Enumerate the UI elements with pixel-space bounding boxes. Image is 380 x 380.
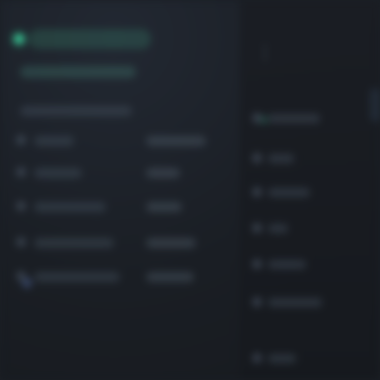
table-row[interactable] [0, 132, 240, 150]
sidebar-icon [252, 113, 262, 123]
row-value [146, 136, 206, 146]
sidebar-item[interactable] [252, 110, 332, 126]
blurred-screen [0, 0, 380, 380]
row-label [34, 202, 106, 212]
window-title [30, 30, 150, 48]
sidebar-label [268, 154, 294, 163]
table-row[interactable] [0, 198, 240, 216]
sidebar-label [268, 114, 320, 123]
divider [264, 44, 266, 62]
sidebar-label [268, 298, 322, 307]
row-label [34, 168, 82, 178]
table-row[interactable] [0, 268, 240, 286]
sidebar-item[interactable] [252, 256, 332, 272]
table-row[interactable] [0, 164, 240, 182]
row-value [146, 168, 180, 178]
row-icon [16, 135, 26, 145]
row-value [146, 202, 182, 212]
sidebar-icon [252, 153, 262, 163]
avatar-icon [22, 278, 32, 288]
sidebar-label [268, 188, 310, 197]
row-value [146, 238, 196, 248]
sidebar-label [268, 224, 288, 233]
sidebar-label [268, 354, 296, 363]
table-row[interactable] [0, 234, 240, 252]
sidebar-icon [252, 259, 262, 269]
row-icon [16, 167, 26, 177]
sidebar-item[interactable] [252, 350, 332, 366]
sidebar-item[interactable] [252, 150, 332, 166]
section-heading [20, 106, 132, 116]
sidebar-icon [252, 187, 262, 197]
status-icon [14, 34, 24, 44]
sidebar-item[interactable] [252, 294, 332, 310]
sidebar-item[interactable] [252, 184, 332, 200]
sidebar-item[interactable] [252, 220, 332, 236]
row-label [34, 272, 120, 282]
sidebar-label [268, 260, 306, 269]
sidebar-icon [252, 353, 262, 363]
row-icon [16, 201, 26, 211]
row-label [34, 238, 114, 248]
sidebar-icon [252, 223, 262, 233]
row-label [34, 136, 74, 146]
row-icon [16, 237, 26, 247]
sidebar-icon [252, 297, 262, 307]
subtitle-text [20, 66, 136, 78]
row-value [146, 272, 194, 282]
